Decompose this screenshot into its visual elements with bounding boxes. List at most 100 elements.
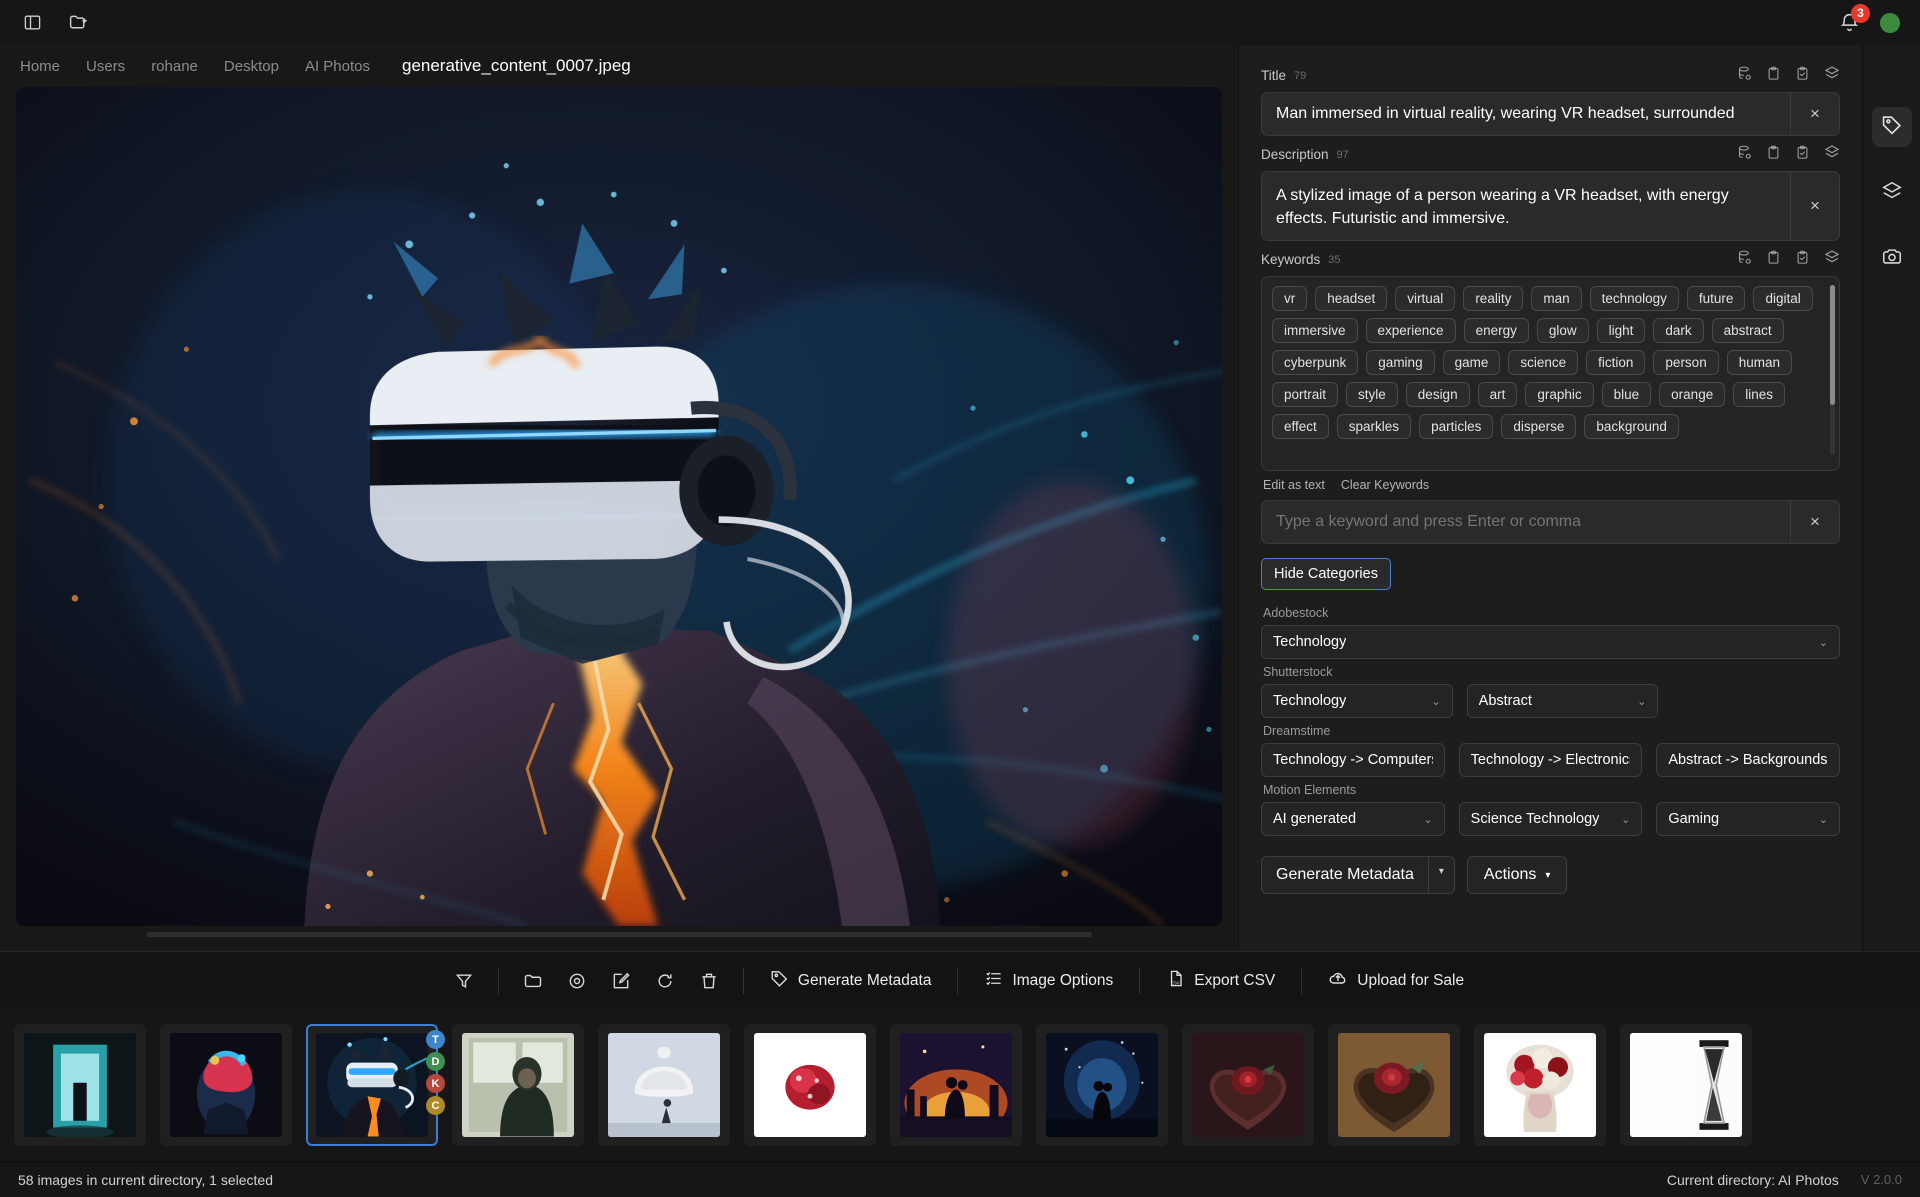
thumbnail-item[interactable]	[160, 1024, 292, 1146]
keyword-chip[interactable]: science	[1508, 350, 1579, 375]
keyword-chip[interactable]: vr	[1272, 286, 1308, 311]
thumbnail-filmstrip[interactable]: TDKC	[0, 1009, 1920, 1161]
thumbnail-item[interactable]	[1620, 1024, 1752, 1146]
layers-icon[interactable]	[1824, 249, 1840, 270]
thumbnail-item[interactable]	[14, 1024, 146, 1146]
keyword-chip[interactable]: style	[1346, 382, 1398, 407]
keyword-chip[interactable]: dark	[1653, 318, 1704, 343]
clear-keywords-link[interactable]: Clear Keywords	[1341, 478, 1429, 492]
keyword-clear-button[interactable]: ×	[1790, 500, 1840, 544]
thumbnail-item[interactable]	[1036, 1024, 1168, 1146]
keyword-chip[interactable]: disperse	[1501, 414, 1577, 439]
keyword-chip[interactable]: orange	[1659, 382, 1726, 407]
folder-icon[interactable]	[511, 963, 555, 999]
description-textarea[interactable]: A stylized image of a person wearing a V…	[1261, 171, 1790, 241]
description-clear-button[interactable]: ×	[1790, 171, 1840, 241]
keyword-chip[interactable]: light	[1596, 318, 1646, 343]
keyword-chip[interactable]: sparkles	[1336, 414, 1412, 439]
keyword-chip[interactable]: future	[1686, 286, 1746, 311]
keyword-chip[interactable]: fiction	[1586, 350, 1646, 375]
keyword-chip[interactable]: cyberpunk	[1272, 350, 1359, 375]
keyword-chip[interactable]: energy	[1463, 318, 1529, 343]
keyword-chip[interactable]: headset	[1315, 286, 1388, 311]
keyword-chip[interactable]: design	[1405, 382, 1470, 407]
keyword-chip[interactable]: background	[1584, 414, 1679, 439]
keyword-chip[interactable]: reality	[1463, 286, 1524, 311]
edit-as-text-link[interactable]: Edit as text	[1263, 478, 1325, 492]
layers-icon[interactable]	[1824, 144, 1840, 165]
category-select[interactable]: Technology ⌄	[1261, 684, 1453, 718]
generate-metadata-dropdown-arrow[interactable]: ▾	[1427, 856, 1455, 894]
category-select[interactable]: Gaming ⌄	[1656, 802, 1841, 836]
toolbar-export-csv-button[interactable]: CSV Export CSV	[1152, 962, 1289, 1000]
keyword-chip[interactable]: experience	[1365, 318, 1456, 343]
rail-item-layers[interactable]	[1872, 173, 1912, 213]
toolbar-image-options-button[interactable]: Image Options	[970, 962, 1127, 1000]
keyword-input[interactable]	[1261, 500, 1790, 544]
database-sync-icon[interactable]	[1737, 66, 1752, 86]
thumbnail-item[interactable]	[744, 1024, 876, 1146]
clipboard-icon[interactable]	[1766, 145, 1781, 165]
category-select[interactable]: Abstract ⌄	[1466, 684, 1659, 718]
keywords-scrollbar[interactable]	[1830, 285, 1835, 455]
trash-icon[interactable]	[687, 963, 731, 999]
title-clear-button[interactable]: ×	[1790, 92, 1840, 136]
keyword-chip[interactable]: gaming	[1366, 350, 1435, 375]
hide-categories-button[interactable]: Hide Categories	[1261, 558, 1391, 590]
clipboard-check-icon[interactable]	[1795, 66, 1810, 86]
clipboard-icon[interactable]	[1766, 250, 1781, 270]
category-select[interactable]: AI generated ⌄	[1261, 802, 1445, 836]
database-sync-icon[interactable]	[1737, 250, 1752, 270]
preview-horizontal-scrollbar[interactable]	[146, 932, 1092, 937]
keyword-chip[interactable]: abstract	[1711, 318, 1784, 343]
keyword-chip[interactable]: virtual	[1395, 286, 1456, 311]
breadcrumb-item-users[interactable]: Users	[86, 58, 125, 75]
keyword-chip[interactable]: art	[1477, 382, 1518, 407]
clipboard-check-icon[interactable]	[1795, 145, 1810, 165]
image-preview[interactable]	[16, 87, 1222, 926]
breadcrumb-item-desktop[interactable]: Desktop	[224, 58, 279, 75]
category-select[interactable]: Technology -> Electronics	[1458, 743, 1643, 777]
breadcrumb-item-ai-photos[interactable]: AI Photos	[305, 58, 370, 75]
category-select[interactable]: Abstract -> Backgrounds	[1656, 743, 1841, 777]
database-sync-icon[interactable]	[1737, 145, 1752, 165]
generate-metadata-button[interactable]: Generate Metadata	[1261, 856, 1428, 894]
toolbar-upload-for-sale-button[interactable]: Upload for Sale	[1314, 961, 1478, 1000]
keyword-chip[interactable]: glow	[1536, 318, 1589, 343]
keyword-chip[interactable]: digital	[1753, 286, 1813, 311]
keyword-chip[interactable]: immersive	[1272, 318, 1358, 343]
clipboard-check-icon[interactable]	[1795, 250, 1810, 270]
filter-icon[interactable]	[442, 963, 486, 999]
notifications-button[interactable]: 3	[1836, 3, 1870, 36]
breadcrumb-item-home[interactable]: Home	[20, 58, 60, 75]
toolbar-generate-metadata-button[interactable]: Generate Metadata	[756, 962, 946, 1000]
category-select[interactable]: Technology -> Computers	[1261, 743, 1445, 777]
sidebar-toggle-button[interactable]	[14, 8, 50, 38]
keyword-chip[interactable]: technology	[1589, 286, 1679, 311]
refresh-icon[interactable]	[643, 963, 687, 999]
keyword-chip[interactable]: game	[1442, 350, 1501, 375]
category-select[interactable]: Technology ⌄	[1261, 625, 1840, 659]
eye-icon[interactable]	[555, 963, 599, 999]
thumbnail-item[interactable]	[1474, 1024, 1606, 1146]
thumbnail-item[interactable]	[1328, 1024, 1460, 1146]
keyword-chip[interactable]: portrait	[1272, 382, 1339, 407]
keyword-chip[interactable]: lines	[1733, 382, 1785, 407]
keyword-chip[interactable]: graphic	[1525, 382, 1594, 407]
thumbnail-item[interactable]: TDKC	[306, 1024, 445, 1146]
clipboard-icon[interactable]	[1766, 66, 1781, 86]
layers-icon[interactable]	[1824, 65, 1840, 86]
new-folder-button[interactable]	[60, 8, 96, 38]
keyword-chip[interactable]: human	[1726, 350, 1792, 375]
keyword-chip[interactable]: particles	[1419, 414, 1494, 439]
thumbnail-item[interactable]	[452, 1024, 584, 1146]
rail-item-camera[interactable]	[1872, 239, 1912, 279]
edit-icon[interactable]	[599, 963, 643, 999]
thumbnail-item[interactable]	[1182, 1024, 1314, 1146]
breadcrumb-item-rohane[interactable]: rohane	[151, 58, 198, 75]
keyword-chip[interactable]: effect	[1272, 414, 1329, 439]
keyword-chip[interactable]: person	[1653, 350, 1719, 375]
thumbnail-item[interactable]	[598, 1024, 730, 1146]
title-input[interactable]	[1261, 92, 1790, 136]
thumbnail-item[interactable]	[890, 1024, 1022, 1146]
